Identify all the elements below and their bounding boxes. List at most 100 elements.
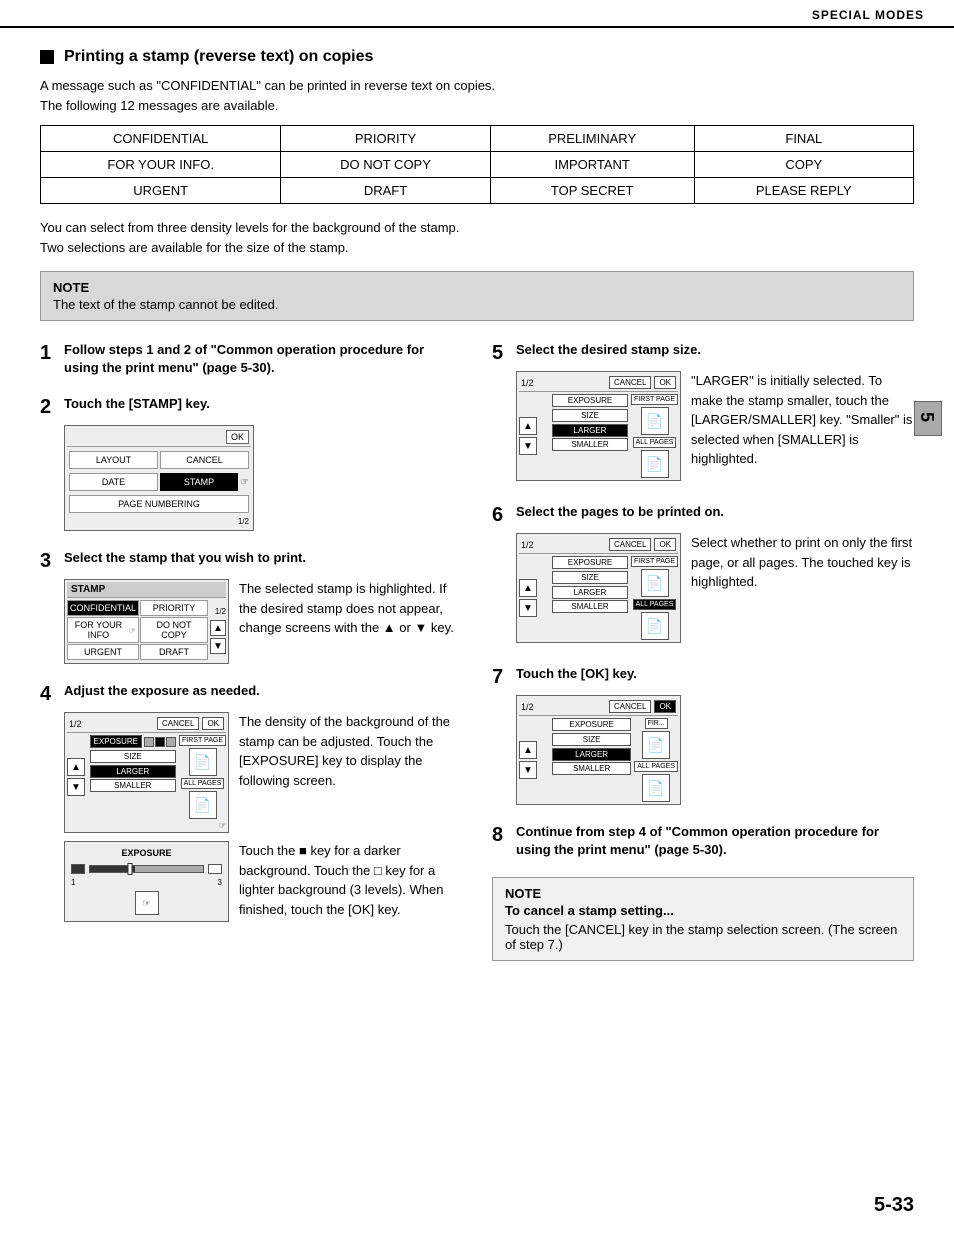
step5-page-icon2: 📄: [641, 450, 669, 478]
step5-smaller-btn[interactable]: SMALLER: [552, 438, 628, 451]
step-5-title: Select the desired stamp size.: [516, 341, 914, 359]
step4-up-arrow[interactable]: ▲: [67, 758, 85, 776]
step4-down-arrow[interactable]: ▼: [67, 778, 85, 796]
step2-hand-icon: ☞: [240, 477, 249, 488]
step4-first-page[interactable]: FIRST PAGE: [179, 735, 226, 746]
exp-dark-key[interactable]: [71, 864, 85, 874]
messages-table-cell: DRAFT: [281, 178, 490, 204]
step4-all-pages[interactable]: ALL PAGES: [181, 778, 225, 789]
step5-up-arrow[interactable]: ▲: [519, 417, 537, 435]
step6-cancel-btn[interactable]: CANCEL: [609, 538, 651, 551]
side-tab: 5: [914, 401, 942, 436]
step6-page-icon2: 📄: [641, 612, 669, 640]
note-bottom-subtitle: To cancel a stamp setting...: [505, 903, 901, 918]
step6-page-icon: 📄: [641, 569, 669, 597]
step4-page-icon: 📄: [189, 748, 217, 776]
step2-stamp-btn[interactable]: STAMP: [160, 473, 238, 491]
step6-first-page[interactable]: FIRST PAGE: [631, 556, 678, 567]
step-2-header: 2 Touch the [STAMP] key.: [40, 395, 462, 419]
step2-layout-btn[interactable]: LAYOUT: [69, 451, 158, 469]
step3-urgent[interactable]: URGENT: [67, 644, 139, 660]
step-4-content: 1/2 CANCEL OK ▲ ▼: [64, 712, 462, 837]
step-7-ui: 1/2 CANCEL OK ▲ ▼ E: [516, 695, 914, 805]
step7-counter: 1/2: [521, 702, 534, 712]
step7-down-arrow[interactable]: ▼: [519, 761, 537, 779]
note-bottom-title: NOTE: [505, 886, 901, 901]
step3-priority[interactable]: PRIORITY: [140, 600, 208, 616]
step7-page-icon: 📄: [642, 731, 670, 759]
step5-down-arrow[interactable]: ▼: [519, 437, 537, 455]
step-2: 2 Touch the [STAMP] key. OK LAYOUT CANCE…: [40, 395, 462, 531]
step7-up-arrow[interactable]: ▲: [519, 741, 537, 759]
step4-larger-btn[interactable]: LARGER: [90, 765, 176, 778]
step6-all-pages[interactable]: ALL PAGES: [633, 599, 677, 610]
step-6-number: 6: [492, 503, 516, 527]
heading-square-icon: [40, 50, 54, 64]
step7-smaller-btn[interactable]: SMALLER: [552, 762, 631, 775]
messages-table-cell: COPY: [694, 152, 913, 178]
step6-smaller-btn[interactable]: SMALLER: [552, 600, 628, 613]
step-3-body: The selected stamp is highlighted. If th…: [239, 579, 462, 638]
step5-larger-btn[interactable]: LARGER: [552, 424, 628, 437]
page-header: SPECIAL MODES: [0, 0, 954, 28]
step5-cancel-btn[interactable]: CANCEL: [609, 376, 651, 389]
step3-confidential[interactable]: CONFIDENTIAL: [67, 600, 139, 616]
step4-size-label: SIZE: [90, 750, 176, 763]
step2-ok-btn[interactable]: OK: [226, 430, 249, 444]
step-6-header: 6 Select the pages to be printed on.: [492, 503, 914, 527]
step3-for-your-info[interactable]: FOR YOUR INFO☞: [67, 617, 139, 643]
step3-do-not-copy[interactable]: DO NOT COPY: [140, 617, 208, 643]
step5-exposure-btn[interactable]: EXPOSURE: [552, 394, 628, 407]
right-column: 5 5 Select the desired stamp size. 1/2 C…: [492, 341, 914, 961]
messages-table-cell: PRIORITY: [281, 126, 490, 152]
step5-first-page[interactable]: FIRST PAGE: [631, 394, 678, 405]
step6-down-arrow[interactable]: ▼: [519, 599, 537, 617]
messages-table-cell: DO NOT COPY: [281, 152, 490, 178]
step2-cancel-btn[interactable]: CANCEL: [160, 451, 249, 469]
step-5-number: 5: [492, 341, 516, 365]
step7-ok-btn[interactable]: OK: [654, 700, 676, 713]
step5-page-icon: 📄: [641, 407, 669, 435]
step6-size-label: SIZE: [552, 571, 628, 584]
step3-down-btn[interactable]: ▼: [210, 638, 226, 654]
density-line2: Two selections are available for the siz…: [40, 238, 914, 258]
step-4-exposure-detail: EXPOSURE 1 3 ☞: [64, 841, 462, 922]
step4-smaller-btn[interactable]: SMALLER: [90, 779, 176, 792]
step3-up-btn[interactable]: ▲: [210, 620, 226, 636]
step5-ok-btn[interactable]: OK: [654, 376, 676, 389]
exp-label-3: 3: [218, 878, 222, 887]
step5-all-pages[interactable]: ALL PAGES: [633, 437, 677, 448]
step6-larger-btn[interactable]: LARGER: [552, 586, 628, 599]
step-6: 6 Select the pages to be printed on. 1/2…: [492, 503, 914, 647]
intro-line1: A message such as "CONFIDENTIAL" can be …: [40, 76, 914, 96]
step-4: 4 Adjust the exposure as needed. 1/2 CAN…: [40, 682, 462, 922]
step6-exposure-btn[interactable]: EXPOSURE: [552, 556, 628, 569]
step-4-ui: 1/2 CANCEL OK ▲ ▼: [64, 712, 229, 837]
step4-cancel-btn[interactable]: CANCEL: [157, 717, 199, 730]
page-number: 5-33: [874, 1194, 914, 1217]
step-3-number: 3: [40, 549, 64, 573]
step-3-content: STAMP CONFIDENTIAL PRIORITY FOR YOUR INF…: [64, 579, 462, 664]
step2-date-btn[interactable]: DATE: [69, 473, 158, 491]
step6-ok-btn[interactable]: OK: [654, 538, 676, 551]
step7-first-page: FIR...: [645, 718, 668, 729]
exp-light-key[interactable]: [208, 864, 222, 874]
step6-up-arrow[interactable]: ▲: [519, 579, 537, 597]
step-4-title: Adjust the exposure as needed.: [64, 682, 462, 700]
step-5-content: 1/2 CANCEL OK ▲ ▼: [516, 371, 914, 485]
step2-counter: 1/2: [67, 515, 251, 528]
step-7: 7 Touch the [OK] key. 1/2 CANCEL OK: [492, 665, 914, 805]
messages-table-cell: FINAL: [694, 126, 913, 152]
step7-exposure-btn[interactable]: EXPOSURE: [552, 718, 631, 731]
left-column: 1 Follow steps 1 and 2 of "Common operat…: [40, 341, 462, 961]
step4-ok-btn[interactable]: OK: [202, 717, 224, 730]
step3-draft[interactable]: DRAFT: [140, 644, 208, 660]
step6-counter: 1/2: [521, 540, 534, 550]
density-line1: You can select from three density levels…: [40, 218, 914, 238]
step-6-ui: 1/2 CANCEL OK ▲ ▼: [516, 533, 681, 647]
step4-exposure-btn[interactable]: EXPOSURE: [90, 735, 142, 748]
step7-cancel-btn[interactable]: CANCEL: [609, 700, 651, 713]
messages-table-cell: FOR YOUR INFO.: [41, 152, 281, 178]
step2-page-numbering-btn[interactable]: PAGE NUMBERING: [69, 495, 249, 513]
step7-larger-btn[interactable]: LARGER: [552, 748, 631, 761]
